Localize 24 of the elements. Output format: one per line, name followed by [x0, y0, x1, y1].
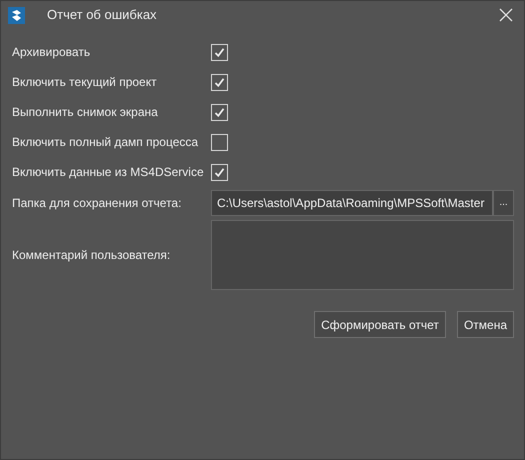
cancel-button[interactable]: Отмена — [456, 311, 514, 338]
field-label: Папка для сохранения отчета: — [12, 195, 182, 212]
browse-button[interactable]: ... — [493, 190, 514, 216]
checkmark-icon — [214, 76, 225, 88]
close-icon[interactable] — [499, 8, 513, 22]
option-label: Включить текущий проект — [12, 74, 158, 91]
window-title: Отчет об ошибках — [47, 6, 157, 24]
checkmark-icon — [214, 166, 225, 178]
option-label: Архивировать — [12, 44, 92, 61]
option-label: Включить полный дамп процесса — [12, 134, 200, 151]
checkbox[interactable] — [211, 164, 228, 180]
checkbox[interactable] — [211, 104, 228, 120]
option-label: Включить данные из MS4DService — [12, 164, 205, 181]
checkbox[interactable] — [211, 74, 228, 90]
checkmark-icon — [214, 46, 225, 58]
checkbox[interactable] — [211, 44, 228, 60]
folder-path-field[interactable]: C:\Users\astol\AppData\Roaming\MPSSoft\Master — [211, 190, 493, 216]
generate-report-button[interactable]: Сформировать отчет — [314, 311, 446, 338]
checkmark-icon — [214, 106, 225, 118]
option-label: Выполнить снимок экрана — [12, 104, 159, 121]
checkbox[interactable] — [211, 134, 228, 150]
field-label: Комментарий пользователя: — [12, 247, 172, 264]
comment-field[interactable] — [211, 220, 514, 290]
app-logo-icon — [8, 6, 25, 24]
